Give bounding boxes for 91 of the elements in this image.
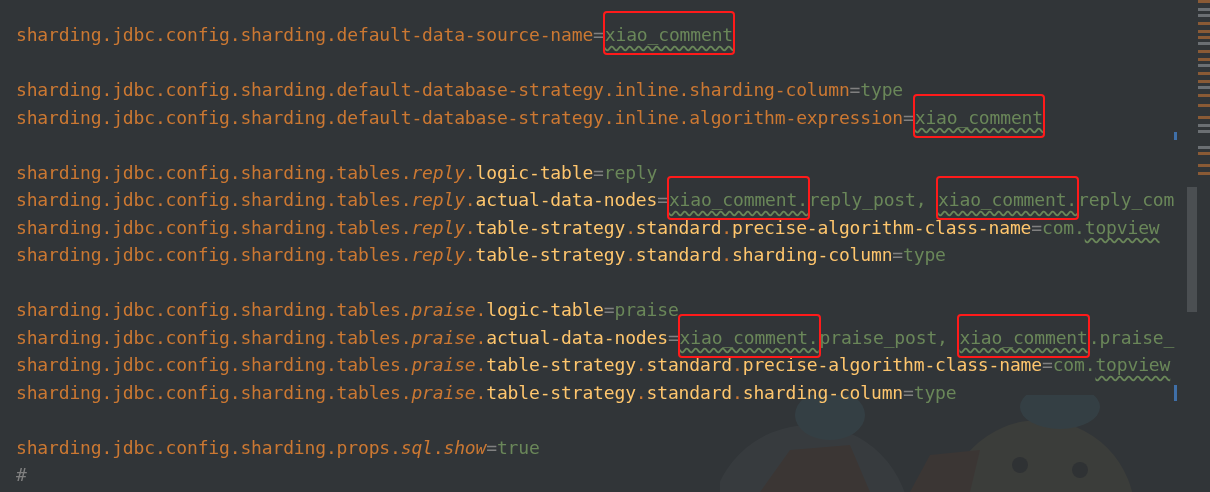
equals-sign: = [657,189,668,210]
property-key: praise [411,326,476,348]
property-value: topview [1084,216,1160,238]
key-separator: . [732,354,743,375]
equals-sign: = [603,299,615,320]
key-separator: . [635,354,647,375]
property-value: xiao_comment. [938,189,1078,210]
key-separator: . [475,299,487,320]
key-separator: . [721,216,733,238]
property-value: reply [603,161,658,183]
property-key: reply [411,244,465,265]
property-key: sharding-column [732,244,893,265]
property-key: sharding.jdbc.config.sharding.tables. [16,161,412,183]
property-value: praise_post, [819,326,949,348]
equals-sign: = [486,436,497,458]
property-key: table-strategy [475,244,626,265]
property-value: praise [614,299,679,320]
equals-sign: = [593,161,604,183]
key-separator: . [475,326,487,348]
key-separator: . [635,381,647,403]
property-value: type [860,79,904,100]
key-separator: . [625,216,636,238]
property-key: sharding.jdbc.config.sharding.default-database-strategy.inline.sharding-column [16,79,850,100]
property-key: reply [411,189,465,210]
property-key: sharding.jdbc.config.sharding.props. [16,436,401,458]
property-key: logic-table [475,161,594,183]
property-key: sql [400,436,433,458]
property-key: precise-algorithm-class-name [732,216,1032,238]
property-key: logic-table [486,299,604,320]
key-separator: . [432,436,444,458]
property-key: sharding.jdbc.config.sharding.tables. [16,189,412,210]
key-separator: . [732,381,743,403]
equals-sign: = [593,24,604,45]
property-value: xiao_comment [604,24,734,45]
property-value: com. [1041,216,1085,238]
key-separator: . [625,244,636,265]
property-key: standard [635,244,722,265]
property-key: sharding.jdbc.config.sharding.tables. [16,216,412,238]
property-value: reply_com [1078,189,1175,210]
equals-sign: = [667,326,679,348]
scrollbar-thumb[interactable] [1187,187,1197,312]
property-key: sharding.jdbc.config.sharding.tables. [16,299,412,320]
property-key: actual-data-nodes [486,326,668,348]
property-value: reply_post, [808,189,928,210]
property-key: show [443,436,487,458]
key-separator: . [721,244,733,265]
property-key: reply [411,161,465,183]
property-value: type [913,381,957,403]
comment-text: # [16,464,27,485]
property-value: .praise_ [1088,326,1175,348]
key-separator: . [464,216,476,238]
property-value: xiao_comment. [679,326,819,348]
property-key: precise-algorithm-class-name [742,354,1042,375]
change-marker [1174,132,1177,140]
equals-sign: = [892,244,904,265]
property-key: reply [411,216,465,238]
property-key: sharding.jdbc.config.sharding.tables. [16,381,412,403]
property-key: praise [411,299,476,320]
change-marker [1174,385,1177,401]
property-key: table-strategy [486,381,636,403]
property-key: actual-data-nodes [475,189,658,210]
key-separator: . [464,161,476,183]
key-separator: . [464,189,476,210]
property-key: sharding-column [742,381,904,403]
property-key: standard [635,216,722,238]
property-key: table-strategy [486,354,636,375]
property-key: table-strategy [475,216,626,238]
property-value: xiao_comment [959,326,1088,348]
property-key: sharding.jdbc.config.sharding.default-database-strategy.inline.algorithm-expression [16,106,903,128]
property-value: com. [1052,354,1096,375]
property-key: sharding.jdbc.config.sharding.default-data-source-name [16,24,594,45]
equals-sign: = [849,79,861,100]
key-separator: . [464,244,476,265]
key-separator: . [475,381,487,403]
property-key: sharding.jdbc.config.sharding.tables. [16,354,412,375]
property-key: praise [411,354,476,375]
property-key: standard [646,354,733,375]
property-value: xiao_comment [914,106,1043,128]
equals-sign: = [903,106,914,128]
property-value: true [496,436,540,458]
property-value: xiao_comment. [668,189,808,210]
equals-sign: = [903,381,914,403]
property-value: topview [1095,354,1171,375]
property-key: standard [646,381,733,403]
property-key: praise [411,381,476,403]
property-key: sharding.jdbc.config.sharding.tables. [16,326,412,348]
property-key: sharding.jdbc.config.sharding.tables. [16,244,412,265]
key-separator: . [475,354,487,375]
equals-sign: = [1031,216,1042,238]
property-value: type [903,244,946,265]
equals-sign: = [1041,354,1053,375]
